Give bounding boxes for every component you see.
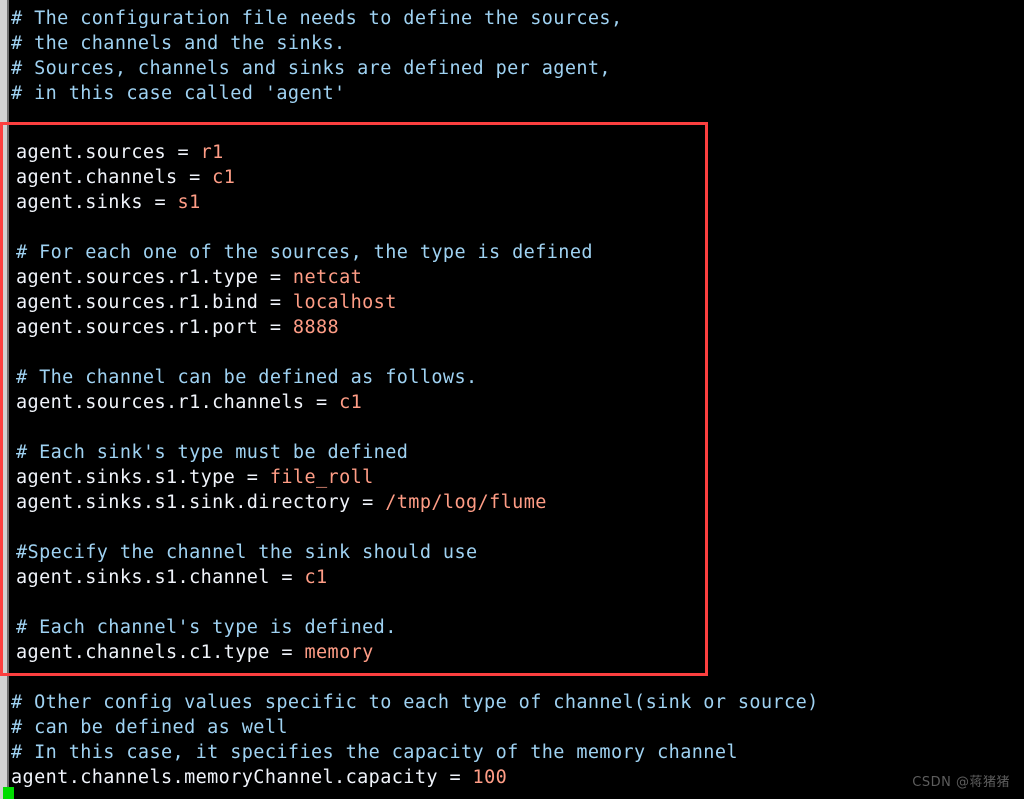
config-value: netcat (292, 267, 363, 288)
code-line-setting: agent.channels.c1.type = memory (16, 640, 1016, 665)
config-value: c1 (339, 392, 363, 413)
config-key: agent.sources (16, 142, 166, 163)
flume-config-block: agent.sources = r1 agent.channels = c1 age… (16, 140, 1016, 665)
comment-text: # Sources, channels and sinks are define… (11, 58, 611, 79)
config-key: agent.channels (16, 167, 178, 188)
config-value: c1 (212, 167, 236, 188)
assignment-operator: = (258, 267, 293, 288)
code-line-comment: # the channels and the sinks. (11, 31, 1024, 56)
csdn-watermark: CSDN @蒋猪猪 (912, 775, 1010, 790)
code-line-setting: agent.sinks.s1.sink.directory = /tmp/log… (16, 490, 1016, 515)
code-line-comment: # In this case, it specifies the capacit… (11, 740, 1024, 765)
assignment-operator: = (142, 192, 178, 213)
code-line-setting: agent.sources.r1.bind = localhost (16, 290, 1016, 315)
assignment-operator: = (350, 492, 386, 513)
comment-text: #Specify the channel the sink should use (16, 542, 478, 563)
config-value: file_roll (269, 467, 374, 488)
config-key: agent.sinks.s1.sink.directory (16, 492, 351, 513)
code-line-comment: #Specify the channel the sink should use (16, 540, 1016, 565)
assignment-operator: = (258, 317, 293, 338)
code-line-setting: agent.channels.memoryChannel.capacity = … (11, 765, 1024, 790)
config-value: s1 (177, 192, 201, 213)
config-value: r1 (200, 142, 224, 163)
config-value: c1 (304, 567, 328, 588)
config-key: agent.channels.c1.type (16, 642, 270, 663)
code-line-comment: # For each one of the sources, the type … (16, 240, 1016, 265)
comment-text: # the channels and the sinks. (11, 33, 346, 54)
comment-text: # For each one of the sources, the type … (16, 242, 593, 263)
assignment-operator: = (177, 167, 213, 188)
assignment-operator: = (437, 767, 473, 788)
config-value: 8888 (292, 317, 340, 338)
config-value: 100 (472, 767, 508, 788)
code-line-setting: agent.sinks = s1 (16, 190, 1016, 215)
code-line-comment: # The channel can be defined as follows. (16, 365, 1016, 390)
code-line-setting: agent.sinks.s1.channel = c1 (16, 565, 1016, 590)
comment-text: # The channel can be defined as follows. (16, 367, 478, 388)
assignment-operator: = (166, 142, 201, 163)
code-line-setting: agent.sources.r1.port = 8888 (16, 315, 1016, 340)
code-line-comment: # The configuration file needs to define… (11, 6, 1024, 31)
header-comment-block: # The configuration file needs to define… (11, 6, 1024, 106)
config-key: agent.sinks.s1.type (16, 467, 236, 488)
code-line-comment: # in this case called 'agent' (11, 81, 1024, 106)
terminal-text-area[interactable]: # The configuration file needs to define… (11, 0, 1024, 799)
comment-text: # can be defined as well (11, 717, 288, 738)
config-key: agent.channels.memoryChannel.capacity (11, 767, 438, 788)
assignment-operator: = (235, 467, 270, 488)
code-line-comment: # Sources, channels and sinks are define… (11, 56, 1024, 81)
code-line-comment: # Each sink's type must be defined (16, 440, 1016, 465)
code-line-comment: # can be defined as well (11, 715, 1024, 740)
assignment-operator: = (269, 642, 305, 663)
code-line-setting: agent.sources = r1 (16, 140, 1016, 165)
comment-text: # In this case, it specifies the capacit… (11, 742, 738, 763)
code-line-setting: agent.sinks.s1.type = file_roll (16, 465, 1016, 490)
comment-text: # in this case called 'agent' (11, 83, 346, 104)
config-key: agent.sources.r1.channels (16, 392, 305, 413)
config-key: agent.sources.r1.type (16, 267, 259, 288)
scrollbar-track[interactable] (0, 0, 9, 799)
code-line-setting: agent.sources.r1.type = netcat (16, 265, 1016, 290)
terminal-cursor (3, 787, 14, 799)
config-key: agent.sinks (16, 192, 143, 213)
comment-text: # Each sink's type must be defined (16, 442, 409, 463)
config-key: agent.sources.r1.bind (16, 292, 259, 313)
assignment-operator: = (258, 292, 293, 313)
assignment-operator: = (304, 392, 340, 413)
code-line-setting: agent.channels = c1 (16, 165, 1016, 190)
assignment-operator: = (269, 567, 305, 588)
config-value: memory (304, 642, 374, 663)
code-line-comment: # Each channel's type is defined. (16, 615, 1016, 640)
config-value: /tmp/log/flume (385, 492, 547, 513)
terminal-window: # The configuration file needs to define… (0, 0, 1024, 799)
config-key: agent.sources.r1.port (16, 317, 259, 338)
footer-comment-block: # Other config values specific to each t… (11, 690, 1024, 790)
code-line-setting: agent.sources.r1.channels = c1 (16, 390, 1016, 415)
comment-text: # The configuration file needs to define… (11, 8, 623, 29)
comment-text: # Other config values specific to each t… (11, 692, 819, 713)
config-key: agent.sinks.s1.channel (16, 567, 270, 588)
comment-text: # Each channel's type is defined. (16, 617, 397, 638)
config-value: localhost (292, 292, 397, 313)
code-line-comment: # Other config values specific to each t… (11, 690, 1024, 715)
